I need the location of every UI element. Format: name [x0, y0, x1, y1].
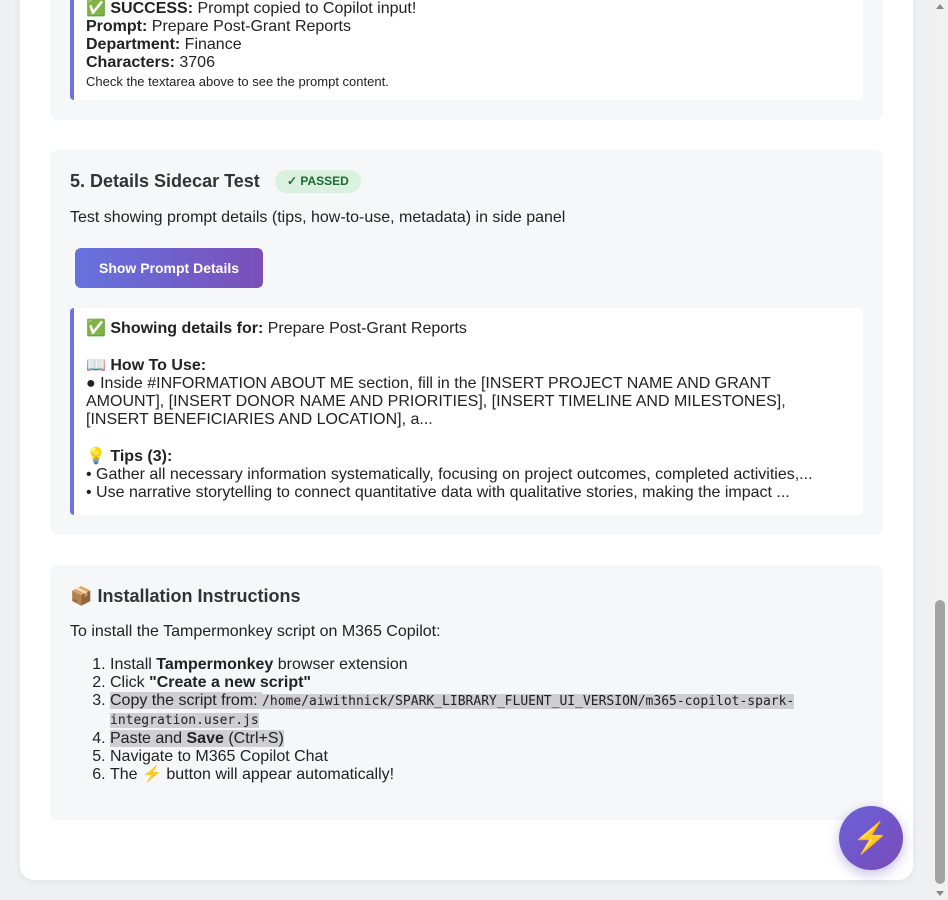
showing-label: Showing details for:	[110, 320, 264, 337]
scroll-down-arrow-icon[interactable]	[936, 891, 944, 896]
characters-value: 3706	[174, 54, 215, 71]
check-icon: ✅	[86, 320, 106, 337]
prompt-value: Prepare Post-Grant Reports	[147, 18, 351, 35]
package-icon: 📦	[70, 586, 93, 606]
show-prompt-details-button[interactable]: Show Prompt Details	[75, 248, 263, 288]
list-item: The ⚡ button will appear automatically!	[110, 766, 830, 784]
showing-value: Prepare Post-Grant Reports	[263, 320, 467, 337]
step-text: browser extension	[273, 656, 408, 673]
step-bold: Tampermonkey	[156, 656, 274, 673]
success-text: Prompt copied to Copilot input!	[193, 0, 417, 17]
copy-result-panel: ✅ SUCCESS: Prompt copied to Copilot inpu…	[70, 0, 863, 100]
success-label: SUCCESS:	[110, 0, 194, 17]
details-result-panel: ✅ Showing details for: Prepare Post-Gran…	[70, 308, 863, 515]
tips-label: Tips (3):	[110, 448, 173, 465]
step-text: Click	[110, 674, 150, 691]
section-title-details: 5. Details Sidecar Test	[70, 171, 260, 191]
scrollbar[interactable]	[932, 0, 948, 900]
howto-text: ● Inside #INFORMATION ABOUT ME section, …	[86, 375, 786, 428]
step-bold: Save	[186, 730, 224, 747]
department-label: Department:	[86, 36, 181, 53]
howto-label: How To Use:	[110, 357, 207, 374]
list-item: Click "Create a new script"	[110, 674, 830, 692]
tip-item: • Gather all necessary information syste…	[86, 466, 813, 483]
installation-title-text: Installation Instructions	[97, 586, 301, 606]
installation-intro: To install the Tampermonkey script on M3…	[70, 623, 441, 640]
status-badge: ✓ PASSED	[275, 170, 361, 193]
installation-steps: Install Tampermonkey browser extension C…	[110, 656, 830, 784]
copy-note: Check the textarea above to see the prom…	[86, 74, 389, 89]
department-value: Finance	[180, 36, 242, 53]
step-bold: "Create a new script"	[149, 674, 312, 691]
book-icon: 📖	[86, 357, 106, 374]
list-item: Paste and Save (Ctrl+S)	[110, 730, 830, 748]
step-text: Paste and	[110, 730, 187, 747]
step-text: button will appear automatically!	[161, 766, 395, 783]
check-icon: ✅	[86, 0, 106, 17]
step-text: (Ctrl+S)	[223, 730, 284, 747]
characters-label: Characters:	[86, 54, 175, 71]
step-text: Navigate to M365 Copilot Chat	[110, 748, 328, 765]
step-text: Install	[110, 656, 157, 673]
lightning-icon: ⚡	[852, 821, 890, 855]
step-text: Copy the script from:	[110, 692, 263, 709]
installation-title: 📦 Installation Instructions	[70, 586, 300, 607]
list-item: Install Tampermonkey browser extension	[110, 656, 830, 674]
scroll-up-arrow-icon[interactable]	[936, 4, 944, 9]
list-item: Navigate to M365 Copilot Chat	[110, 748, 830, 766]
scrollbar-thumb[interactable]	[935, 600, 945, 884]
lightbulb-icon: 💡	[86, 448, 106, 465]
prompt-label: Prompt:	[86, 18, 148, 35]
tip-item: • Use narrative storytelling to connect …	[86, 484, 790, 501]
lightning-icon: ⚡	[142, 766, 162, 783]
list-item: Copy the script from: /home/aiwithnick/S…	[110, 692, 830, 730]
spark-fab-button[interactable]: ⚡	[839, 806, 903, 870]
section-description: Test showing prompt details (tips, how-t…	[70, 209, 566, 226]
step-text: The	[110, 766, 143, 783]
